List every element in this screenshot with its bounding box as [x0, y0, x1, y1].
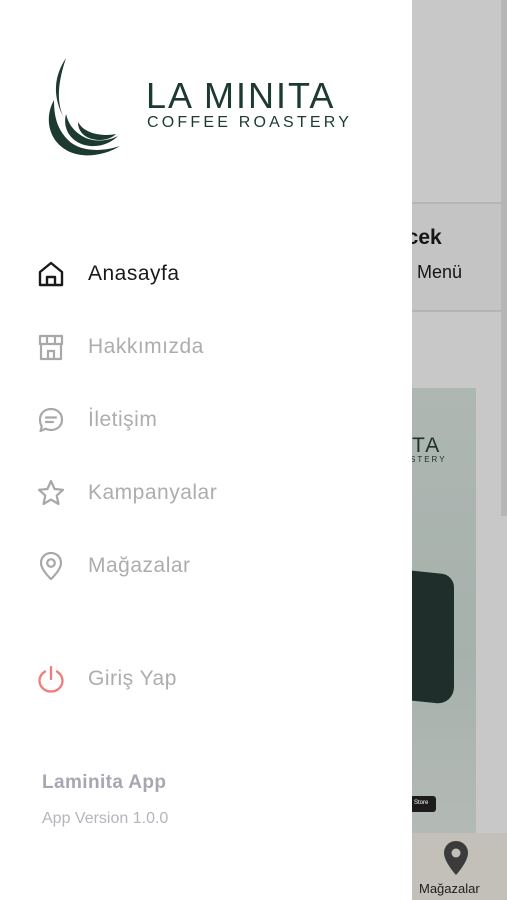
- scrollbar[interactable]: [501, 0, 507, 516]
- background-menu-link: Menü: [417, 262, 463, 282]
- drawer-item-label: Hakkımızda: [88, 335, 204, 358]
- drawer-item-contact[interactable]: İletişim: [36, 400, 376, 440]
- drawer-item-stores[interactable]: Mağazalar: [36, 546, 376, 586]
- star-icon: [36, 478, 66, 508]
- brand-logo-icon: [48, 58, 120, 156]
- app-name: Laminita App: [42, 772, 167, 793]
- home-icon: [36, 259, 66, 289]
- store-icon: [36, 332, 66, 362]
- brand-tagline: COFFEE ROASTERY: [147, 114, 353, 131]
- brand-name: LA MINITA: [146, 75, 336, 116]
- drawer-item-home[interactable]: Anasayfa: [36, 254, 376, 294]
- bottom-nav-stores-label[interactable]: Mağazalar: [419, 881, 480, 896]
- app-version: App Version 1.0.0: [42, 810, 169, 827]
- drawer-item-label: İletişim: [88, 408, 158, 431]
- drawer-item-campaigns[interactable]: Kampanyalar: [36, 473, 376, 513]
- login-button[interactable]: Giriş Yap: [36, 659, 376, 699]
- navigation-drawer: LA MINITA COFFEE ROASTERY Anasayfa Hakkı…: [0, 0, 412, 900]
- power-icon: [36, 664, 66, 694]
- background-banner-sub: STERY: [410, 455, 447, 464]
- location-pin-icon: [36, 551, 66, 581]
- drawer-item-about[interactable]: Hakkımızda: [36, 327, 376, 367]
- drawer-item-label: Kampanyalar: [88, 481, 218, 504]
- chat-icon: [36, 405, 66, 435]
- location-pin-icon: [444, 841, 468, 875]
- drawer-item-label: Anasayfa: [88, 262, 180, 285]
- login-label: Giriş Yap: [88, 667, 177, 690]
- background-store-badge: Store: [410, 796, 436, 812]
- store-badge-label: Store: [414, 800, 429, 806]
- background-card: [400, 202, 507, 312]
- drawer-item-label: Mağazalar: [88, 554, 191, 577]
